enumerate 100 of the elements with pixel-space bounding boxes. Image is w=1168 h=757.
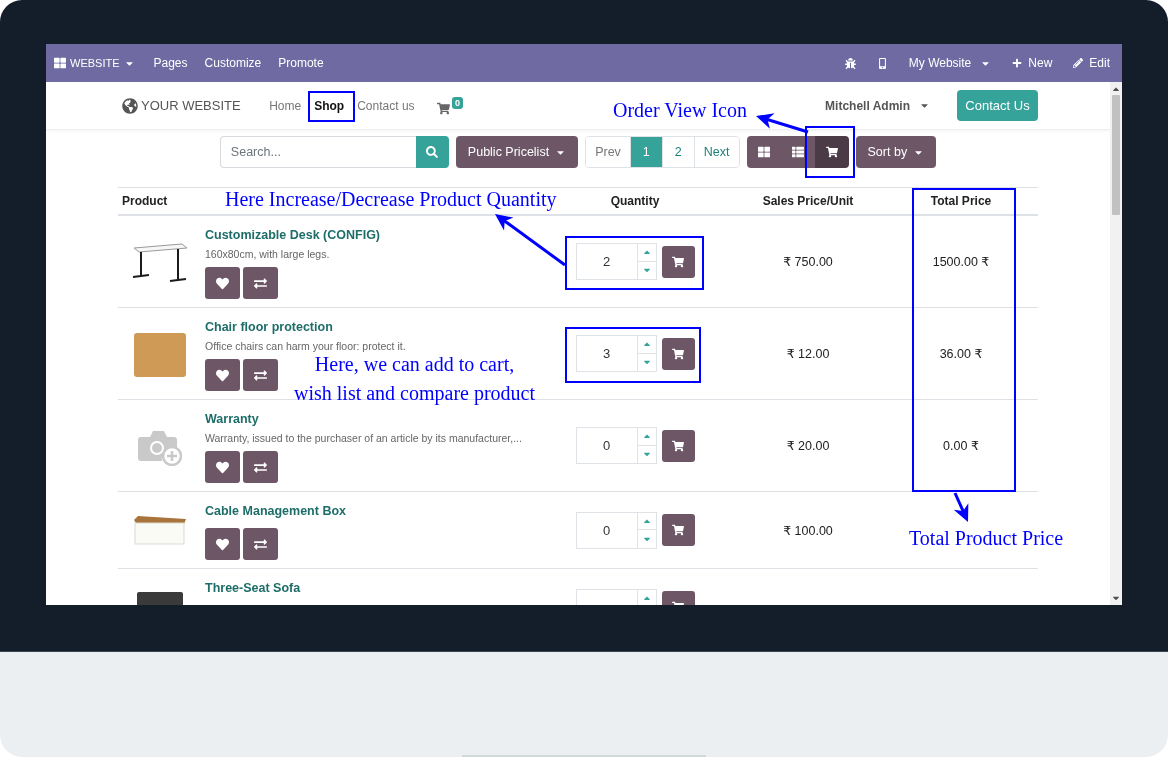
unit-price: ₹ 12.00 — [786, 347, 830, 361]
wishlist-button[interactable] — [205, 528, 240, 560]
increase-button[interactable] — [636, 588, 657, 605]
pencil-icon — [1073, 58, 1084, 68]
compare-button[interactable] — [243, 267, 278, 299]
menu-item[interactable]: Pages — [153, 56, 188, 70]
list-icon — [791, 146, 804, 158]
add-to-cart-button[interactable] — [661, 514, 695, 546]
cart-icon — [437, 101, 451, 115]
total-price: 1500.00 ₹ — [932, 255, 990, 269]
heart-icon — [216, 368, 229, 382]
photo-placeholder — [134, 332, 186, 377]
increase-button[interactable] — [636, 335, 657, 354]
product-name[interactable]: Warranty — [205, 410, 259, 428]
column-header: Product — [122, 194, 168, 208]
app-menu-button[interactable]: WEBSITE — [54, 57, 135, 69]
arrow — [953, 492, 969, 522]
grid-icon — [757, 146, 770, 158]
annotation-text: Here Increase/Decrease Product Quantity — [225, 188, 557, 210]
website-menu-button[interactable]: My Website — [908, 56, 992, 70]
wishlist-button[interactable] — [205, 359, 240, 391]
globe-icon — [122, 97, 138, 114]
quantity-field[interactable]: 2 — [575, 243, 637, 280]
arrows-icon — [254, 368, 267, 382]
unit-price: ₹ 100.00 — [783, 523, 833, 538]
search-button[interactable] — [415, 136, 449, 168]
heart-icon — [216, 460, 229, 474]
cable-box-image — [134, 516, 186, 546]
quantity-field[interactable]: 0 — [575, 511, 637, 549]
product-description: Warranty, issued to the purchaser of an article by its manufacturer,... — [205, 431, 522, 446]
view-toggle[interactable] — [814, 136, 849, 168]
arrows-icon — [254, 276, 267, 290]
column-header: Quantity — [610, 194, 660, 208]
add-to-cart-button[interactable] — [661, 245, 695, 278]
wishlist-button[interactable] — [205, 267, 240, 299]
view-toggle[interactable] — [746, 136, 781, 168]
scrollbar-thumb[interactable] — [1112, 95, 1120, 215]
plus-icon — [1012, 58, 1023, 68]
cart-icon — [672, 524, 684, 536]
add-to-cart-button[interactable] — [661, 429, 695, 462]
cart-icon — [672, 347, 684, 360]
nav-link[interactable]: Shop — [307, 98, 351, 113]
product-name[interactable]: Customizable Desk (CONFIG) — [205, 226, 381, 244]
arrow — [756, 113, 809, 134]
menu-item[interactable]: Customize — [204, 56, 262, 70]
total-price: 36.00 ₹ — [939, 347, 983, 361]
product-name[interactable]: Chair floor protection — [205, 318, 333, 336]
product-name[interactable]: Three-Seat Sofa — [205, 579, 301, 597]
highlight-box — [308, 91, 355, 122]
cart-count-badge: 0 — [452, 96, 464, 109]
column-header: Sales Price/Unit — [762, 194, 854, 208]
column-header: Total Price — [930, 194, 992, 208]
wishlist-button[interactable] — [205, 451, 240, 483]
edit-button[interactable]: Edit — [1073, 56, 1110, 70]
nav-link[interactable]: Contact us — [350, 98, 422, 113]
pricelist-dropdown[interactable]: Public Pricelist — [455, 136, 579, 168]
page-link[interactable]: Next — [693, 137, 739, 167]
unit-price: ₹ 750.00 — [783, 255, 833, 269]
contact-us-button[interactable]: Contact Us — [957, 90, 1038, 121]
cart-icon — [825, 146, 838, 158]
compare-button[interactable] — [243, 528, 278, 560]
page-link[interactable]: 1 — [629, 137, 662, 167]
cart-icon — [672, 439, 684, 452]
sort-dropdown[interactable]: Sort by — [855, 136, 937, 168]
product-name[interactable]: Cable Management Box — [205, 502, 346, 520]
quantity-field[interactable]: 0 — [575, 427, 637, 464]
heart-icon — [216, 276, 229, 290]
product-description: Office chairs can harm your floor: protect it. — [205, 339, 406, 354]
increase-button[interactable] — [636, 511, 657, 530]
compare-button[interactable] — [243, 451, 278, 483]
annotation-text: Order View Icon — [613, 99, 747, 121]
user-menu[interactable]: Mitchell Admin — [825, 98, 930, 113]
menu-item[interactable]: Promote — [278, 56, 324, 70]
scrollbar[interactable] — [1110, 82, 1122, 605]
site-logo[interactable]: YOUR WEBSITE — [122, 97, 241, 114]
mobile-icon[interactable] — [876, 57, 888, 69]
apps-grid-icon — [54, 57, 66, 69]
annotation-text: Total Product Price — [909, 527, 1064, 549]
cart-icon — [672, 255, 684, 268]
add-to-cart-button[interactable] — [661, 337, 695, 370]
heart-icon — [216, 537, 229, 551]
new-button[interactable]: New — [1012, 56, 1053, 70]
unit-price: ₹ 20.00 — [786, 439, 830, 453]
desk-image — [132, 242, 188, 283]
total-price: 0.00 ₹ — [943, 439, 979, 453]
cart-link[interactable]: 0 — [437, 96, 464, 115]
arrows-icon — [254, 460, 267, 474]
increase-button[interactable] — [636, 427, 657, 446]
quantity-field[interactable]: 3 — [575, 335, 637, 372]
product-description: 160x80cm, with large legs. — [205, 247, 330, 262]
increase-button[interactable] — [636, 243, 657, 262]
annotation-text: Here, we can add to cart, wish list and compare product — [294, 352, 536, 407]
search-field[interactable]: Search... — [219, 136, 416, 168]
highlight-box — [805, 126, 855, 178]
bug-icon[interactable] — [844, 57, 856, 69]
compare-button[interactable] — [243, 359, 278, 391]
search-icon — [426, 146, 439, 158]
arrows-icon — [254, 537, 267, 551]
arrow — [495, 214, 566, 267]
nav-link[interactable]: Home — [262, 98, 308, 113]
